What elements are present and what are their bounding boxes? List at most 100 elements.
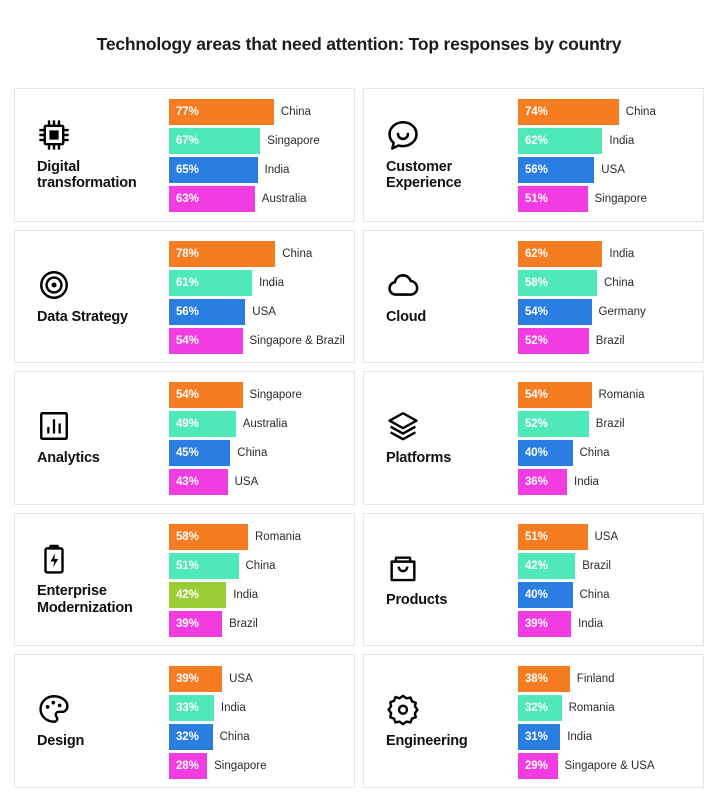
tech-area-card: Design 39% USA 33% India 32% China 28% Singapore [14, 654, 355, 788]
bar-country-label: China [280, 106, 311, 119]
bar-row: 43% USA [169, 469, 344, 496]
card-title: Products [386, 591, 448, 608]
bar-row: 51% Singapore [518, 186, 693, 213]
tech-area-card: Engineering 38% Finland 32% Romania 31% India 2… [363, 654, 704, 788]
bar-row: 36% India [518, 469, 693, 496]
bar-value: 78% [176, 247, 199, 260]
tech-area-card: Platforms 54% Romania 52% Brazil 40% China 36% I… [363, 371, 704, 505]
bar: 42% [518, 553, 576, 580]
bar-row: 58% Romania [169, 524, 344, 551]
card-identity: Cloud [376, 239, 518, 355]
tech-area-card: Enterprise Modernization 58% Romania 51% Chi… [14, 512, 355, 647]
bar-chart: 54% Romania 52% Brazil 40% China 36% India [518, 380, 693, 496]
bar-row: 51% China [169, 553, 344, 580]
bar-country-label: India [567, 730, 593, 743]
bar-value: 74% [525, 106, 548, 119]
bar-country-label: Singapore & USA [564, 759, 655, 772]
shopping-bag-icon [386, 551, 420, 585]
bar: 39% [169, 611, 223, 638]
bar-country-label: China [219, 730, 250, 743]
bar-country-label: India [264, 164, 290, 177]
bar: 49% [169, 411, 236, 438]
bar-country-label: India [609, 135, 635, 148]
bar: 54% [518, 298, 592, 325]
bar-value: 39% [176, 618, 199, 631]
bar-country-label: Brazil [595, 334, 625, 347]
bar-row: 40% China [518, 582, 693, 609]
bar-value: 54% [525, 305, 548, 318]
bar-row: 74% China [518, 99, 693, 126]
bar: 58% [169, 524, 248, 551]
bar: 51% [518, 186, 588, 213]
bar-country-label: Singapore [267, 135, 320, 148]
microchip-icon [37, 118, 71, 152]
bar-value: 77% [176, 106, 199, 119]
bar: 52% [518, 411, 589, 438]
bar-country-label: USA [252, 305, 276, 318]
bar-country-label: USA [229, 672, 253, 685]
bar-country-label: India [574, 476, 599, 489]
bar-row: 67% Singapore [169, 128, 344, 155]
bar: 54% [518, 382, 592, 409]
bar-value: 58% [176, 531, 199, 544]
bar-country-label: Australia [261, 193, 307, 206]
bar-row: 51% USA [518, 524, 693, 551]
bar: 63% [169, 186, 255, 213]
bar-row: 63% Australia [169, 186, 344, 213]
bar-chart: 77% China 67% Singapore 65% India 63% Australia [169, 97, 344, 213]
bar: 58% [518, 269, 597, 296]
bar-row: 54% Singapore [169, 382, 344, 409]
bar-value: 52% [525, 334, 548, 347]
bar-country-label: USA [601, 164, 625, 177]
tech-area-card: Data Strategy 78% China 61% India 56% USA 54% Si… [14, 229, 355, 364]
bar-value: 42% [525, 560, 548, 573]
bar: 54% [169, 327, 243, 354]
bar-value: 61% [176, 276, 199, 289]
bar-country-label: India [609, 247, 635, 260]
bar: 78% [169, 240, 276, 267]
card-identity: Analytics [27, 380, 169, 496]
card-identity: Platforms [376, 380, 518, 496]
bar-country-label: Singapore [214, 759, 267, 772]
bar-country-label: India [233, 589, 259, 602]
bar-country-label: Romania [255, 531, 302, 544]
tech-area-card: Customer Experience 74% China 62% India 56% US… [363, 88, 704, 222]
card-identity: Digital transformation [27, 97, 169, 213]
gear-icon [386, 692, 420, 726]
bar-value: 28% [176, 759, 199, 772]
bar: 51% [169, 553, 239, 580]
bar-row: 39% India [518, 611, 693, 638]
bar: 56% [518, 157, 595, 184]
bar-value: 54% [525, 389, 548, 402]
bar-value: 62% [525, 247, 548, 260]
bar-row: 29% Singapore & USA [518, 752, 693, 779]
card-identity: Engineering [376, 663, 518, 779]
bar: 32% [518, 694, 562, 721]
bar-row: 77% China [169, 99, 344, 126]
bar: 33% [169, 694, 214, 721]
card-title: Enterprise Modernization [37, 583, 133, 617]
bar-value: 49% [176, 418, 199, 431]
card-title: Data Strategy [37, 308, 128, 325]
title-container: Technology areas that need attention: To… [0, 0, 718, 88]
bar: 61% [169, 269, 253, 296]
bar-value: 54% [176, 389, 199, 402]
bar-country-label: India [220, 701, 246, 714]
bar-row: 65% India [169, 157, 344, 184]
card-identity: Products [376, 522, 518, 638]
bar-row: 33% India [169, 694, 344, 721]
card-identity: Data Strategy [27, 239, 169, 355]
bar-value: 56% [525, 164, 548, 177]
bar-chart: 38% Finland 32% Romania 31% India 29% Singapore… [518, 663, 693, 779]
bar-value: 63% [176, 193, 199, 206]
bar-country-label: USA [234, 476, 259, 489]
bar: 40% [518, 440, 573, 467]
bar: 74% [518, 99, 619, 126]
bar-chart: 51% USA 42% Brazil 40% China 39% India [518, 522, 693, 638]
tech-area-card: Analytics 54% Singapore 49% Australia 45% Chin… [14, 371, 355, 505]
bar-value: 32% [525, 701, 548, 714]
bar: 43% [169, 469, 228, 496]
bar-country-label: China [604, 276, 635, 289]
bar-country-label: Finland [576, 672, 615, 685]
bar-country-label: Australia [242, 418, 288, 431]
